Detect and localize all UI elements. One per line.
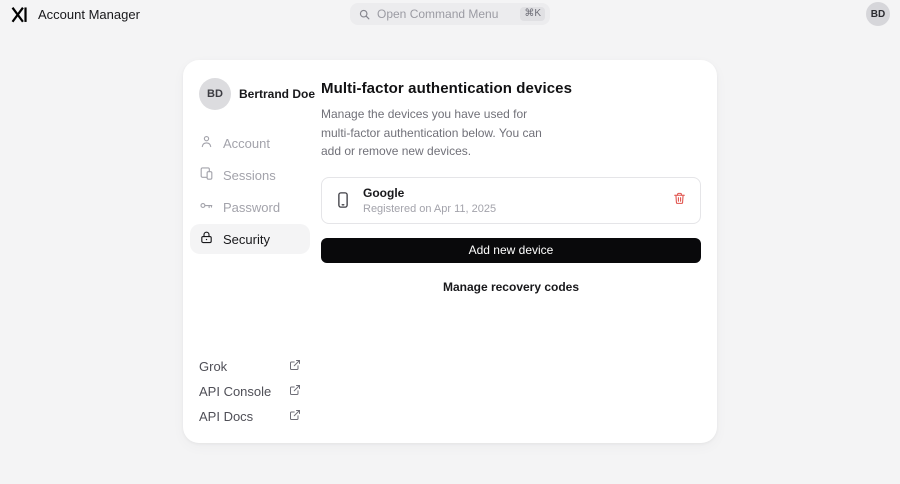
link-api-console[interactable]: API Console	[199, 381, 301, 402]
brand: Account Manager	[10, 5, 140, 24]
key-icon	[199, 198, 214, 216]
shortcut-badge: ⌘K	[520, 7, 545, 21]
user-avatar[interactable]: BD	[866, 2, 890, 26]
command-menu-trigger[interactable]: Open Command Menu ⌘K	[350, 3, 550, 25]
devices-icon	[199, 166, 214, 184]
sidebar-item-label: Account	[223, 136, 270, 151]
profile: BD Bertrand Doe	[199, 78, 301, 110]
page-description: Manage the devices you have used for mul…	[321, 105, 543, 161]
smartphone-icon	[334, 191, 352, 209]
sidebar-item-label: Sessions	[223, 168, 276, 183]
app-title: Account Manager	[38, 7, 140, 22]
sidebar-item-label: Password	[223, 200, 280, 215]
user-icon	[199, 134, 214, 152]
sidebar-item-account[interactable]: Account	[190, 128, 310, 158]
sidebar-item-sessions[interactable]: Sessions	[190, 160, 310, 190]
search-placeholder: Open Command Menu	[377, 7, 514, 21]
footer-link-label: API Console	[199, 384, 271, 399]
topbar: Account Manager Open Command Menu ⌘K BD	[0, 0, 900, 28]
lock-icon	[199, 230, 214, 248]
sidebar: BD Bertrand Doe Account	[199, 76, 301, 427]
xai-logo-icon	[10, 5, 29, 24]
manage-recovery-codes-link[interactable]: Manage recovery codes	[321, 280, 701, 294]
link-grok[interactable]: Grok	[199, 356, 301, 377]
user-name: Bertrand Doe	[239, 87, 315, 101]
link-api-docs[interactable]: API Docs	[199, 406, 301, 427]
sidebar-item-password[interactable]: Password	[190, 192, 310, 222]
device-info: Google Registered on Apr 11, 2025	[363, 186, 660, 215]
sidebar-footer: Grok API Console	[199, 356, 301, 427]
device-name: Google	[363, 186, 660, 200]
mfa-section: Multi-factor authentication devices Mana…	[321, 76, 701, 427]
external-link-icon	[289, 359, 301, 374]
add-device-button[interactable]: Add new device	[321, 238, 701, 263]
external-link-icon	[289, 384, 301, 399]
external-link-icon	[289, 409, 301, 424]
device-registered-date: Registered on Apr 11, 2025	[363, 203, 660, 215]
trash-icon	[673, 192, 686, 208]
search-icon	[358, 8, 371, 21]
avatar: BD	[199, 78, 231, 110]
sidebar-nav: Account Sessions	[199, 128, 301, 254]
footer-link-label: API Docs	[199, 409, 253, 424]
mfa-device-row: Google Registered on Apr 11, 2025	[321, 177, 701, 224]
sidebar-item-label: Security	[223, 232, 270, 247]
footer-link-label: Grok	[199, 359, 227, 374]
delete-device-button[interactable]	[671, 190, 688, 210]
settings-card: BD Bertrand Doe Account	[183, 60, 717, 443]
page-title: Multi-factor authentication devices	[321, 80, 701, 97]
sidebar-item-security[interactable]: Security	[190, 224, 310, 254]
